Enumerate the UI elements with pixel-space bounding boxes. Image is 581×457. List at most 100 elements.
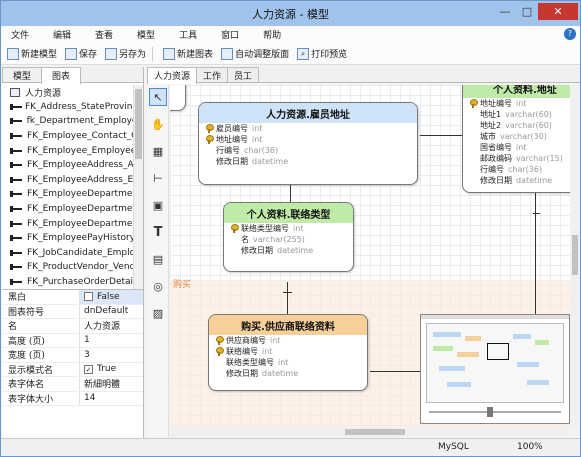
help-icon[interactable]: ? <box>564 28 576 40</box>
view-icon[interactable]: ▣ <box>149 196 167 214</box>
maximize-button[interactable]: □ <box>516 3 538 20</box>
list-item[interactable]: FK_EmployeeAddress_A <box>2 158 143 173</box>
relation-icon <box>10 249 22 257</box>
menu-tools[interactable]: 工具 <box>179 28 197 41</box>
menu-edit[interactable]: 编辑 <box>53 28 71 41</box>
entity-field: 地址编号 int <box>199 134 417 145</box>
property-value[interactable]: 1 <box>80 334 143 348</box>
checkbox[interactable]: ✓ <box>84 364 93 374</box>
tab-employee[interactable]: 员工 <box>227 67 260 82</box>
list-item-label: FK_EmployeePayHistory <box>27 233 136 244</box>
zoom-slider-thumb[interactable] <box>487 407 493 417</box>
entity-contact-type[interactable]: 个人资料.联络类型 联络类型编号 int 名 varchar(255) 修改日期 da… <box>223 202 354 272</box>
new-model-button[interactable]: 新建模型 <box>7 47 57 60</box>
text-icon[interactable]: T <box>149 223 167 241</box>
image-icon[interactable]: ▨ <box>149 304 167 322</box>
list-item[interactable]: FK_Employee_Employee <box>2 143 143 158</box>
list-item[interactable]: FK_EmployeeDepartment <box>2 216 143 231</box>
tab-model[interactable]: 模型 <box>2 67 43 82</box>
property-row[interactable]: 高度 (页) 1 <box>2 333 143 348</box>
list-item[interactable]: fk_Department_Employee <box>2 114 143 129</box>
horizontal-scrollbar[interactable] <box>170 427 570 437</box>
vertical-scrollbar[interactable] <box>570 85 580 427</box>
minimap-entity <box>433 332 461 337</box>
hand-icon[interactable]: ✋ <box>149 115 167 133</box>
entity-vendor-contact[interactable]: 购买.供应商联络资料 供应商编号 int 联络编号 int 联络类型编号 int 修改… <box>208 314 368 391</box>
scrollbar-thumb[interactable] <box>135 89 142 159</box>
field-type: datetime <box>516 176 553 185</box>
property-row[interactable]: 宽度 (页) 3 <box>2 348 143 363</box>
property-row[interactable]: 图表符号 dnDefault <box>2 304 143 319</box>
entity-employee-address[interactable]: 人力资源.雇员地址 雇员编号 int 地址编号 int 行编号 char(36) 修改… <box>198 102 418 185</box>
field-type: int <box>270 336 281 345</box>
print-preview-button[interactable]: ⌕ 打印预览 <box>297 47 347 60</box>
field-name: 地址2 <box>480 121 502 130</box>
shape-icon[interactable]: ◎ <box>149 277 167 295</box>
field-name: 联络类型编号 <box>226 358 274 367</box>
zoom-slider-track[interactable] <box>429 411 561 413</box>
close-button[interactable]: ✕ <box>538 3 578 20</box>
list-item[interactable]: FK_EmployeeDepartment <box>2 187 143 202</box>
relation-icon[interactable]: ⊢ <box>149 169 167 187</box>
menu-view[interactable]: 查看 <box>95 28 113 41</box>
save-as-button[interactable]: 另存为 <box>105 47 146 60</box>
new-diagram-button[interactable]: 新建图表 <box>163 47 213 60</box>
property-value[interactable]: 3 <box>80 348 143 362</box>
note-icon[interactable]: ▤ <box>149 250 167 268</box>
list-item[interactable]: FK_Address_StateProvince <box>2 100 143 115</box>
pointer-icon[interactable]: ↖ <box>149 88 167 106</box>
entity-person-address[interactable]: 个人资料.地址 地址编号 int 地址1 varchar(60) 地址2 varcha… <box>462 85 570 193</box>
field-name: 修改日期 <box>216 157 248 166</box>
scrollbar-thumb[interactable] <box>572 235 578 275</box>
list-item[interactable]: FK_PurchaseOrderDetai <box>2 275 143 290</box>
list-item[interactable]: FK_EmployeePayHistory <box>2 231 143 246</box>
tab-work[interactable]: 工作 <box>196 67 229 82</box>
relation-icon <box>10 161 22 169</box>
tool-palette: ↖ ✋ ▦ ⊢ ▣ T ▤ ◎ ▨ <box>147 85 169 437</box>
entity-partial[interactable] <box>170 85 186 111</box>
menu-file[interactable]: 文件 <box>11 28 29 41</box>
menu-model[interactable]: 模型 <box>137 28 155 41</box>
property-row[interactable]: 表字体大小 14 <box>2 391 143 406</box>
tab-hr[interactable]: 人力资源 <box>147 67 198 84</box>
list-item[interactable]: 人力资源 <box>2 85 143 100</box>
property-value[interactable]: 新細明體 <box>80 377 143 391</box>
save-button[interactable]: 保存 <box>65 47 97 60</box>
list-item-label: fk_Department_Employee <box>26 116 143 127</box>
tab-diagram[interactable]: 图表 <box>41 67 82 84</box>
property-row[interactable]: 显示模式名 ✓ True <box>2 362 143 377</box>
property-value[interactable]: 14 <box>80 392 143 406</box>
list-item[interactable]: FK_ProductVendor_Vend <box>2 260 143 275</box>
minimize-button[interactable]: — <box>494 3 516 20</box>
list-item[interactable]: FK_EmployeeDepartment <box>2 202 143 217</box>
field-name: 修改日期 <box>480 176 512 185</box>
entity-field: 邮政编码 varchar(15) <box>463 153 570 164</box>
print-preview-icon: ⌕ <box>297 47 310 60</box>
field-name: 地址编号 <box>216 135 248 144</box>
entity-field: 修改日期 datetime <box>224 245 353 256</box>
menu-help[interactable]: 帮助 <box>263 28 281 41</box>
status-zoom: 100% <box>517 442 543 452</box>
list-item[interactable]: FK_EmployeeAddress_E <box>2 173 143 188</box>
property-value[interactable]: 人力资源 <box>80 319 143 333</box>
property-row[interactable]: 表字体名 新細明體 <box>2 377 143 392</box>
key-icon <box>215 347 224 356</box>
menu-window[interactable]: 窗口 <box>221 28 239 41</box>
entity-field: 地址编号 int <box>463 98 570 109</box>
property-row[interactable]: 黑白 False <box>2 290 143 305</box>
overview-minimap[interactable] <box>420 314 570 424</box>
field-name: 行编号 <box>216 146 240 155</box>
minimap-view[interactable] <box>426 323 564 403</box>
property-value[interactable]: dnDefault <box>80 305 143 319</box>
minimap-viewport[interactable] <box>487 343 509 360</box>
scrollbar-thumb[interactable] <box>345 429 405 435</box>
entity-field: 城市 varchar(30) <box>463 131 570 142</box>
checkbox[interactable] <box>84 292 93 302</box>
property-row[interactable]: 名人力资源 <box>2 319 143 334</box>
field-name: 地址编号 <box>480 99 512 108</box>
auto-layout-button[interactable]: 自动调整版面 <box>221 47 289 60</box>
table-icon[interactable]: ▦ <box>149 142 167 160</box>
list-item[interactable]: FK_Employee_Contact_C <box>2 129 143 144</box>
object-list-scrollbar[interactable] <box>133 85 143 294</box>
list-item[interactable]: FK_JobCandidate_Emplo <box>2 246 143 261</box>
